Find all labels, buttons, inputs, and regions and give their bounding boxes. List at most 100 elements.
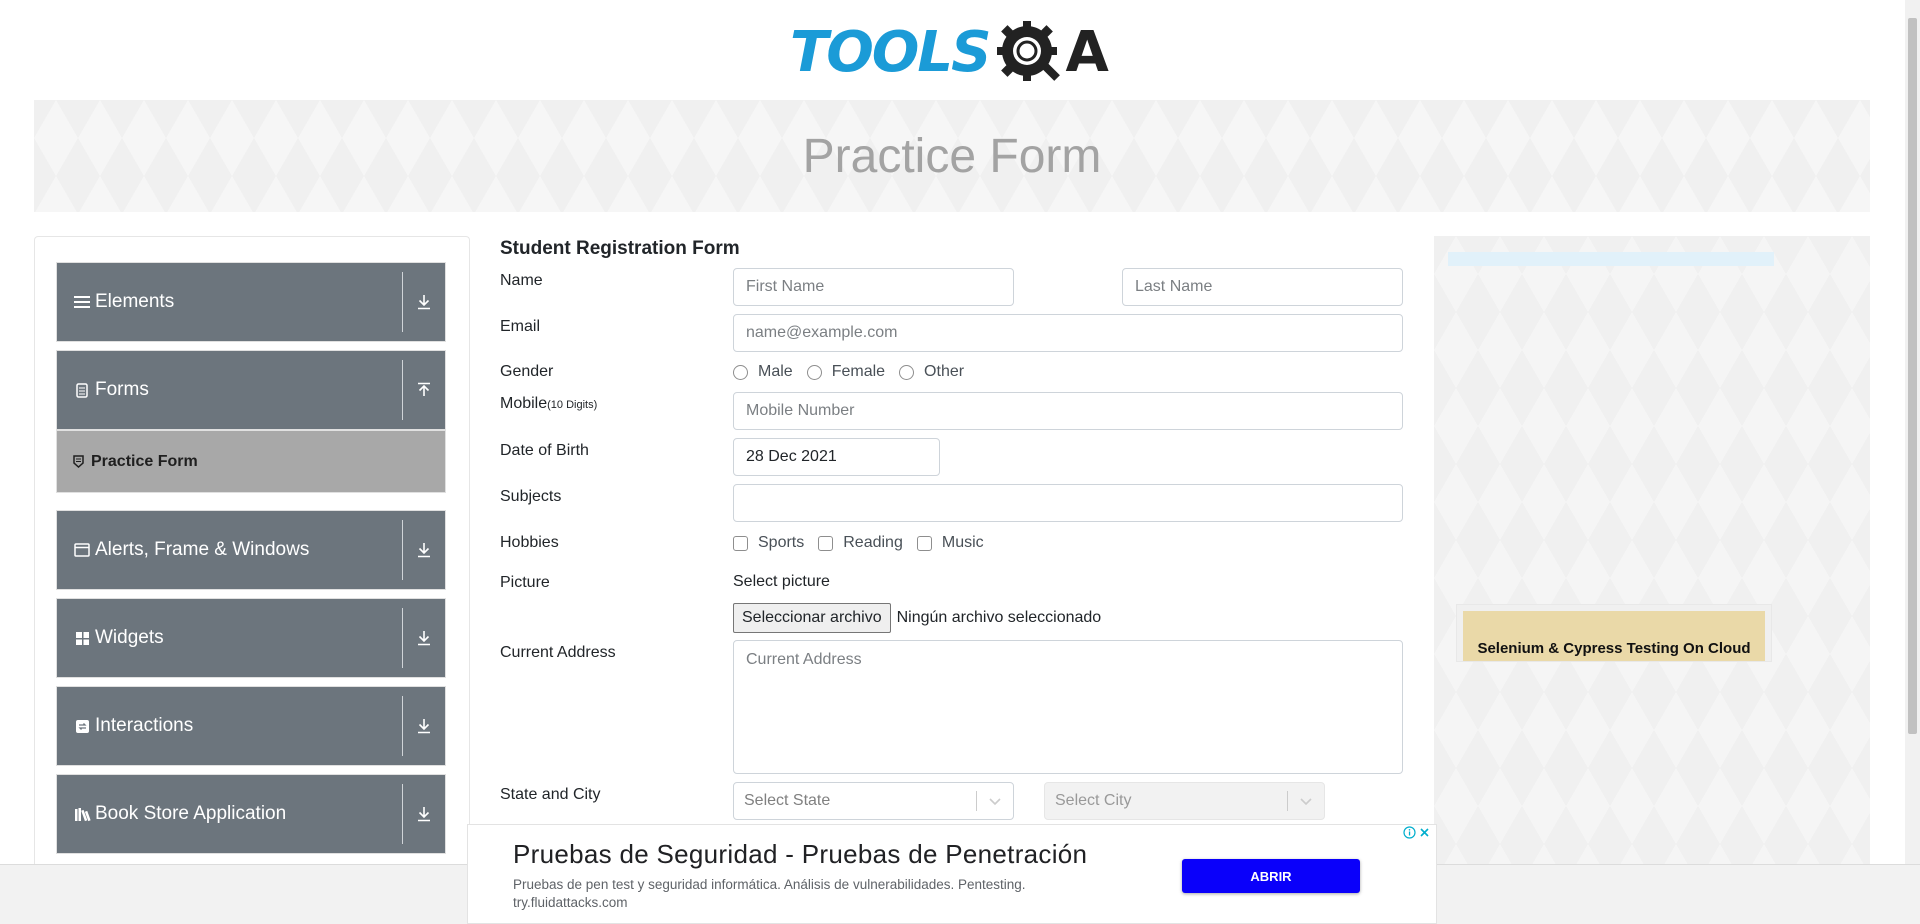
subjects-input[interactable] xyxy=(733,484,1403,522)
subjects-label: Subjects xyxy=(500,488,562,505)
sidebar-group-label: Forms xyxy=(95,379,149,400)
sidebar-group-alerts[interactable]: Alerts, Frame & Windows xyxy=(56,510,446,590)
sidebar-group-widgets[interactable]: Widgets xyxy=(56,598,446,678)
download-icon[interactable] xyxy=(403,294,445,310)
logo-text: TOOLS xyxy=(790,20,991,85)
sidebar-group-label: Interactions xyxy=(95,715,194,736)
close-icon[interactable] xyxy=(1417,825,1432,840)
choose-file-button[interactable]: Seleccionar archivo xyxy=(733,603,891,633)
ad-strip xyxy=(1448,252,1774,266)
checkbox[interactable] xyxy=(818,535,834,551)
bottom-ad-url[interactable]: try.fluidattacks.com xyxy=(513,895,628,910)
download-icon[interactable] xyxy=(403,630,445,646)
option-label: Reading xyxy=(843,534,903,551)
state-city-label: State and City xyxy=(500,786,601,803)
sidebar-item-practice-form[interactable]: Practice Form xyxy=(56,430,446,493)
download-icon[interactable] xyxy=(403,806,445,822)
picture-label: Picture xyxy=(500,574,550,591)
sidebar-group-label: Widgets xyxy=(95,627,164,648)
sidebar-group-forms[interactable]: Forms xyxy=(56,350,446,430)
option-label: Male xyxy=(758,363,793,380)
radio-button[interactable] xyxy=(806,364,822,380)
sidebar-group-label: Alerts, Frame & Windows xyxy=(95,539,310,560)
interaction-icon xyxy=(73,717,91,735)
option-label: Music xyxy=(941,534,984,551)
bottom-ad-title[interactable]: Pruebas de Seguridad - Pruebas de Penetr… xyxy=(513,839,1087,870)
hobby-option-reading[interactable]: Reading xyxy=(818,534,903,552)
gender-option-female[interactable]: Female xyxy=(806,363,886,381)
sidebar-item-label: Practice Form xyxy=(91,452,198,470)
gear-magnifier-icon xyxy=(997,21,1061,81)
option-label: Sports xyxy=(758,534,805,551)
checkbox[interactable] xyxy=(733,535,748,551)
upload-icon[interactable] xyxy=(403,382,445,398)
gender-option-male[interactable]: Male xyxy=(733,363,793,381)
scrollbar-thumb[interactable] xyxy=(1908,18,1917,734)
sidebar-group-interactions[interactable]: Interactions xyxy=(56,686,446,766)
shield-icon xyxy=(71,455,85,469)
books-icon xyxy=(73,805,91,823)
current-address-label: Current Address xyxy=(500,644,616,661)
city-select[interactable]: Select City xyxy=(1044,782,1325,820)
grid-icon xyxy=(73,629,91,647)
scrollbar[interactable] xyxy=(1905,0,1920,864)
mobile-label-text: Mobile xyxy=(500,395,548,412)
option-label: Female xyxy=(831,363,886,380)
dob-label: Date of Birth xyxy=(500,442,589,459)
download-icon[interactable] xyxy=(403,542,445,558)
hamburger-icon xyxy=(73,293,91,311)
right-ad-area: Selenium & Cypress Testing On Cloud xyxy=(1434,236,1870,924)
logo-qa: A xyxy=(993,17,1109,89)
sidebar-group-elements[interactable]: Elements xyxy=(56,262,446,342)
document-icon xyxy=(73,381,91,399)
sidebar-group-label: Book Store Application xyxy=(95,803,287,824)
page-title: Practice Form xyxy=(802,129,1102,183)
state-select[interactable]: Select State xyxy=(733,782,1014,820)
sidebar-group-book-store[interactable]: Book Store Application xyxy=(56,774,446,854)
sidebar-group-label: Elements xyxy=(95,291,175,312)
ad-controls xyxy=(1402,825,1432,840)
download-icon[interactable] xyxy=(403,718,445,734)
bottom-ad-description: Pruebas de pen test y seguridad informát… xyxy=(513,877,1026,892)
city-select-placeholder: Select City xyxy=(1055,792,1132,809)
mobile-input[interactable] xyxy=(733,392,1403,430)
bottom-ad-banner[interactable]: Pruebas de Seguridad - Pruebas de Penetr… xyxy=(467,824,1437,924)
option-label: Other xyxy=(924,363,965,380)
form-title: Student Registration Form xyxy=(500,238,740,259)
radio-button[interactable] xyxy=(899,364,915,380)
ad-open-button[interactable]: ABRIR xyxy=(1182,859,1360,893)
name-label: Name xyxy=(500,272,543,289)
radio-button[interactable] xyxy=(733,364,748,380)
dob-input[interactable] xyxy=(733,438,940,476)
gender-label: Gender xyxy=(500,363,554,380)
hobby-option-music[interactable]: Music xyxy=(916,534,984,552)
chevron-down-icon[interactable] xyxy=(1288,797,1324,806)
email-input[interactable] xyxy=(733,314,1403,352)
select-picture-label: Select picture xyxy=(733,573,830,590)
current-address-textarea[interactable] xyxy=(733,640,1403,774)
file-status: Ningún archivo seleccionado xyxy=(896,609,1102,626)
page-banner: Practice Form xyxy=(34,100,1870,212)
page: TOOLS A Practice Form Elements Forms Pra… xyxy=(0,0,1920,924)
checkbox[interactable] xyxy=(916,535,932,551)
first-name-input[interactable] xyxy=(733,268,1014,306)
email-label: Email xyxy=(500,318,541,335)
side-ad-inner: Selenium & Cypress Testing On Cloud xyxy=(1463,611,1765,661)
toolsqa-logo[interactable]: TOOLS A xyxy=(790,14,1120,92)
side-ad-banner[interactable]: Selenium & Cypress Testing On Cloud xyxy=(1456,604,1772,662)
chevron-down-icon[interactable] xyxy=(977,797,1013,806)
file-upload: Seleccionar archivo Ningún archivo selec… xyxy=(733,603,1101,633)
hobby-option-sports[interactable]: Sports xyxy=(733,534,804,552)
last-name-input[interactable] xyxy=(1122,268,1403,306)
mobile-label: Mobile(10 Digits) xyxy=(500,395,597,413)
window-icon xyxy=(73,541,91,559)
info-icon[interactable] xyxy=(1402,825,1417,840)
logo-a: A xyxy=(1065,20,1109,85)
mobile-hint: (10 Digits) xyxy=(547,399,598,411)
hobbies-label: Hobbies xyxy=(500,534,559,551)
gender-option-other[interactable]: Other xyxy=(899,363,964,381)
hobbies-checkbox-group: Sports Reading Music xyxy=(733,534,998,552)
side-ad-text: Selenium & Cypress Testing On Cloud xyxy=(1477,640,1751,657)
sidebar: Elements Forms Practice Form Alerts, Fra… xyxy=(34,236,470,924)
state-select-placeholder: Select State xyxy=(744,792,831,809)
